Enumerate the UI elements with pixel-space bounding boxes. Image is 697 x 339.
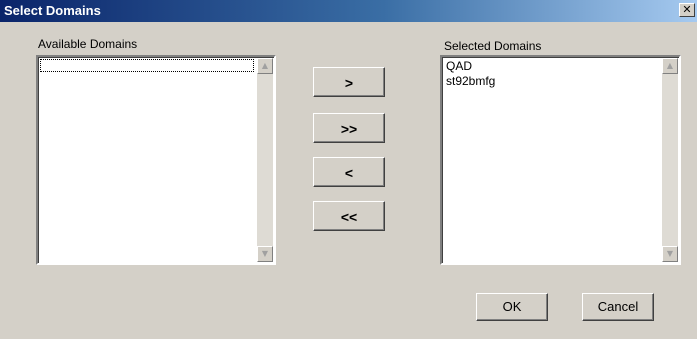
arrow-down-icon: ▼: [666, 249, 674, 258]
selected-domains-list[interactable]: QAD st92bmfg ▲ ▼: [440, 55, 681, 265]
arrow-up-icon: ▲: [261, 61, 269, 70]
add-all-button[interactable]: >>: [313, 113, 385, 143]
available-scrollbar[interactable]: ▲ ▼: [257, 58, 273, 262]
selected-scrollbar[interactable]: ▲ ▼: [662, 58, 678, 262]
arrow-down-icon: ▼: [261, 249, 269, 258]
close-icon: ✕: [682, 3, 692, 16]
remove-button[interactable]: <: [313, 157, 385, 187]
list-item[interactable]: st92bmfg: [445, 74, 659, 89]
scroll-up-button[interactable]: ▲: [662, 58, 678, 74]
scroll-up-button[interactable]: ▲: [257, 58, 273, 74]
scroll-down-button[interactable]: ▼: [662, 246, 678, 262]
available-domains-label: Available Domains: [38, 37, 138, 51]
selected-items: QAD st92bmfg: [445, 59, 659, 89]
window-title: Select Domains: [4, 3, 101, 18]
remove-all-button[interactable]: <<: [313, 201, 385, 231]
list-focus-row[interactable]: [40, 59, 254, 72]
available-domains-list[interactable]: ▲ ▼: [36, 55, 276, 265]
title-bar: Select Domains ✕: [0, 0, 697, 22]
close-button[interactable]: ✕: [679, 3, 695, 17]
cancel-button[interactable]: Cancel: [582, 293, 654, 321]
list-item[interactable]: QAD: [445, 59, 659, 74]
selected-domains-label: Selected Domains: [444, 39, 542, 53]
ok-button[interactable]: OK: [476, 293, 548, 321]
scroll-down-button[interactable]: ▼: [257, 246, 273, 262]
add-button[interactable]: >: [313, 67, 385, 97]
arrow-up-icon: ▲: [666, 61, 674, 70]
